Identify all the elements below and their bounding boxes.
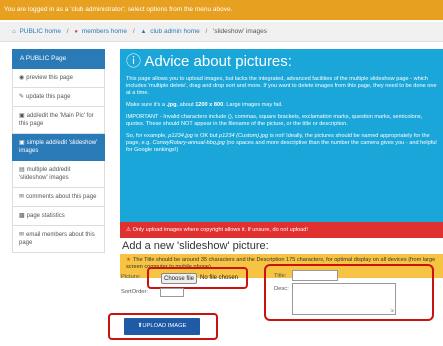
copyright-warning: ⚠ Only upload images where copyright all… xyxy=(120,222,443,238)
images-icon: ▤ xyxy=(19,167,25,173)
advice-title-text: Advice about pictures: xyxy=(144,53,292,70)
login-status-text: You are logged in as a 'club administrat… xyxy=(4,6,233,13)
advice-paragraph-4: So, for example, p1234.jpg is OK but p12… xyxy=(126,133,437,154)
description-textarea[interactable]: ⇲ xyxy=(292,283,396,315)
advice-text: Make sure it's a xyxy=(126,102,167,108)
advice-example: ConwyRotary-annual-bbq.jpg xyxy=(152,140,225,146)
upload-image-label: UPLOAD IMAGE xyxy=(142,323,187,329)
image-icon: ▣ xyxy=(19,113,25,119)
advice-text: , about xyxy=(176,102,196,108)
info-icon: ⓘ xyxy=(126,53,142,70)
breadcrumb-separator: / xyxy=(205,28,208,35)
warning-icon: ⚠ xyxy=(126,227,132,233)
advice-text: . Large images may fail. xyxy=(223,102,283,108)
breadcrumb-separator: / xyxy=(132,28,135,35)
sidebar-item-multiple-slideshow[interactable]: ▤ multiple add/edit 'slideshow' images xyxy=(12,161,105,188)
sidebar-item-label: comments about this page xyxy=(26,194,97,200)
envelope-icon: ✉ xyxy=(19,232,25,238)
home-icon: ⌂ xyxy=(12,29,16,35)
copyright-warning-text: Only upload images where copyright allow… xyxy=(132,227,308,233)
sort-order-label: SortOrder: xyxy=(121,289,149,295)
advice-paragraph-2: Make sure it's a .jpg, about 1200 x 800.… xyxy=(126,102,437,109)
bank-icon: ▲ xyxy=(140,29,147,35)
chart-icon: ▩ xyxy=(19,213,25,219)
sidebar-item-label: preview this page xyxy=(26,75,73,81)
advice-panel: ⓘ Advice about pictures: This page allow… xyxy=(120,49,443,222)
sidebar-item-label: simple add/edit 'slideshow' images xyxy=(19,140,98,154)
eye-icon: ◉ xyxy=(19,75,25,81)
user-icon: ● xyxy=(74,29,79,35)
advice-text: So, for example, xyxy=(126,133,169,139)
breadcrumb-public-home[interactable]: PUBLIC home xyxy=(19,28,61,35)
sidebar-item-comments[interactable]: ✉ comments about this page xyxy=(12,188,105,207)
title-input[interactable] xyxy=(292,270,338,281)
sidebar-header: A PUBLIC Page xyxy=(12,49,105,69)
file-status: No file chosen xyxy=(200,275,239,281)
breadcrumb-separator: / xyxy=(66,28,69,35)
login-status-bar: You are logged in as a 'club administrat… xyxy=(0,0,443,20)
sidebar-item-email-members[interactable]: ✉ email members about this page xyxy=(12,226,105,253)
sidebar-item-label: page statistics xyxy=(26,213,65,219)
add-picture-heading: Add a new 'slideshow' picture: xyxy=(122,240,269,252)
comment-icon: ✉ xyxy=(19,194,25,200)
advice-image-size: 1200 x 800 xyxy=(195,102,224,108)
advice-example: p1234.jpg xyxy=(168,133,193,139)
advice-paragraph-1: This page allows you to upload images, b… xyxy=(126,76,437,96)
sidebar-item-preview[interactable]: ◉ preview this page xyxy=(12,69,105,88)
breadcrumb-club-admin-home[interactable]: club admin home xyxy=(150,28,200,35)
resize-grip-icon[interactable]: ⇲ xyxy=(390,309,394,314)
star-icon: ★ xyxy=(126,257,132,263)
sidebar-item-statistics[interactable]: ▩ page statistics xyxy=(12,207,105,226)
picture-label: Picture: xyxy=(121,274,141,280)
edit-icon: ✎ xyxy=(19,94,25,100)
sidebar-item-update[interactable]: ✎ update this page xyxy=(12,88,105,107)
file-input-highlight: Choose file No file chosen xyxy=(147,267,248,289)
sort-order-input[interactable] xyxy=(160,288,184,297)
sidebar-item-label: update this page xyxy=(26,94,71,100)
sidebar: A PUBLIC Page ◉ preview this page ✎ update… xyxy=(12,49,105,253)
title-label: Title: xyxy=(274,273,287,279)
image-icon: ▣ xyxy=(19,140,25,146)
advice-example: p1234 (Custom).jpg xyxy=(219,133,269,139)
sidebar-item-label: multiple add/edit 'slideshow' images xyxy=(19,167,71,181)
sidebar-item-simple-slideshow[interactable]: ▣ simple add/edit 'slideshow' images xyxy=(12,134,105,161)
advice-paragraph-3: IMPORTANT - Invalid characters include (… xyxy=(126,114,423,127)
sidebar-item-main-pic[interactable]: ▣ add/edit the 'Main Pic' for this page xyxy=(12,107,105,134)
sidebar-item-label: email members about this page xyxy=(19,232,95,246)
advice-title: ⓘ Advice about pictures: xyxy=(126,53,437,71)
breadcrumb: ⌂ PUBLIC home / ● members home / ▲ club … xyxy=(0,22,443,42)
upload-image-button[interactable]: ⬆UPLOAD IMAGE xyxy=(124,318,200,335)
choose-file-button[interactable]: Choose file xyxy=(161,273,197,284)
breadcrumb-members-home[interactable]: members home xyxy=(82,28,127,35)
advice-file-extension: .jpg xyxy=(166,102,177,108)
desc-label: Desc: xyxy=(274,286,289,292)
breadcrumb-current: 'slideshow' images xyxy=(213,28,267,35)
sidebar-item-label: add/edit the 'Main Pic' for this page xyxy=(19,113,94,127)
advice-text: is OK but xyxy=(192,133,219,139)
